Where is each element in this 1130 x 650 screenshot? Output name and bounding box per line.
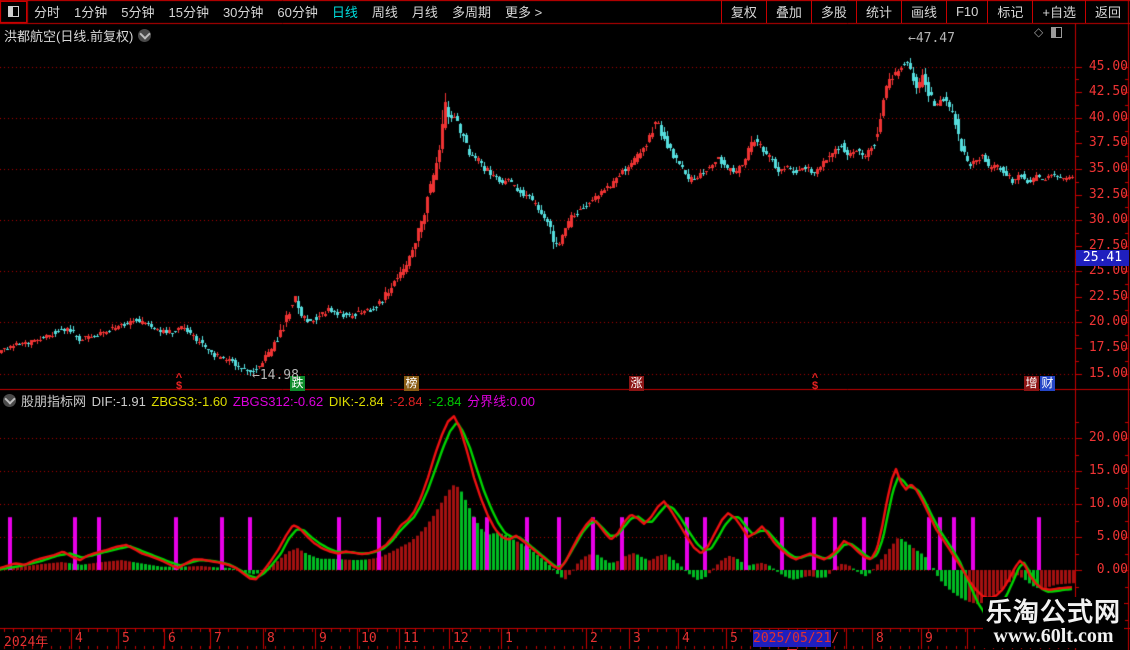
menu-画线[interactable]: 画线 — [900, 0, 946, 23]
indicator-header: 股朋指标网 DIF:-1.91 ZBGS3:-1.60 ZBGS312:-0.6… — [3, 391, 537, 410]
tab-多周期[interactable]: 多周期 — [445, 2, 498, 21]
title-row: 洪都航空(日线.前复权) — [4, 26, 152, 45]
watermark: 乐淘公式网 www.60lt.com — [983, 597, 1125, 648]
tab-30分钟[interactable]: 30分钟 — [216, 2, 270, 21]
price-label: 17.50 — [1088, 340, 1128, 356]
indicator-value: DIF:-1.91 — [91, 393, 150, 409]
price-label: 20.00 — [1088, 314, 1128, 330]
date-axis: 2024年 2025/05/21/三 4567891011121234589 — [0, 630, 1130, 650]
indicator-value: :-2.84 — [428, 393, 466, 409]
price-label: 45.00 — [1088, 58, 1128, 74]
tab-15分钟[interactable]: 15分钟 — [161, 2, 215, 21]
chart-title: 洪都航空(日线.前复权) — [4, 29, 134, 44]
diamond-icon[interactable]: ◇ — [1034, 25, 1043, 39]
month-label: 7 — [214, 631, 222, 646]
month-label: 3 — [633, 631, 641, 646]
price-label: 15.00 — [1088, 365, 1128, 381]
price-label: 30.00 — [1088, 212, 1128, 228]
indicator-value: 分界线:0.00 — [467, 393, 536, 409]
tab-月线[interactable]: 月线 — [405, 2, 445, 21]
tab-周线[interactable]: 周线 — [365, 2, 405, 21]
month-label: 10 — [361, 631, 377, 646]
menu-复权[interactable]: 复权 — [720, 0, 766, 23]
corner-icons: ◇ — [1034, 25, 1063, 39]
price-label: 35.00 — [1088, 160, 1128, 176]
last-price-box: 25.41 — [1076, 250, 1129, 266]
month-label: 8 — [267, 631, 275, 646]
stock-app-window: 分时 1分钟 5分钟 15分钟 30分钟 60分钟 日线 周线 月线 多周期 更多 > 复权 叠加 多股… — [0, 0, 1130, 650]
menu-+自选[interactable]: +自选 — [1032, 0, 1085, 23]
menu-返回[interactable]: 返回 — [1084, 0, 1130, 23]
dollar-signal-icon: ^ $ — [175, 372, 183, 392]
price-label: 37.50 — [1088, 135, 1128, 151]
price-annotation: ←14.98 — [252, 368, 299, 383]
indicator-label: 15.00 — [1088, 463, 1128, 478]
layout-split-icon[interactable] — [0, 0, 27, 23]
year-label: 2024年 — [4, 635, 49, 650]
chart-canvas[interactable] — [0, 0, 1130, 650]
month-label: 12 — [453, 631, 469, 646]
event-badge: 涨 — [629, 376, 644, 391]
event-badge: 增 — [1024, 376, 1039, 391]
half-square-glyph — [8, 6, 19, 17]
menu-F10[interactable]: F10 — [945, 0, 987, 23]
period-tabs: 分时 1分钟 5分钟 15分钟 30分钟 60分钟 日线 周线 月线 多周期 更多 > — [27, 2, 549, 21]
month-label: 4 — [75, 631, 83, 646]
indicator-label: 5.00 — [1096, 529, 1128, 544]
tab-1分钟[interactable]: 1分钟 — [67, 2, 114, 21]
price-label: 22.50 — [1088, 288, 1128, 304]
indicator-value: ZBGS312:-0.62 — [232, 393, 327, 409]
tab-更多 >[interactable]: 更多 > — [498, 2, 549, 21]
right-menu: 复权 叠加 多股 统计 画线 F10 标记 +自选 返回 — [720, 0, 1130, 23]
panel-icon[interactable] — [1051, 26, 1063, 38]
chevron-down-icon[interactable] — [138, 28, 152, 42]
event-badge: 财 — [1040, 376, 1055, 391]
indicator-value: DIK:-2.84 — [328, 393, 388, 409]
indicator-value: ZBGS3:-1.60 — [151, 393, 231, 409]
indicator-label: 20.00 — [1088, 430, 1128, 445]
month-label: 6 — [168, 631, 176, 646]
month-label: 5 — [730, 631, 738, 646]
toolbar: 分时 1分钟 5分钟 15分钟 30分钟 60分钟 日线 周线 月线 多周期 更多 > 复权 叠加 多股… — [0, 0, 1130, 23]
menu-叠加[interactable]: 叠加 — [765, 0, 811, 23]
price-label: 42.50 — [1088, 84, 1128, 100]
event-badge: 榜 — [404, 376, 419, 391]
watermark-url: www.60lt.com — [993, 625, 1114, 647]
selected-date-box[interactable]: 2025/05/21/三 — [753, 630, 839, 650]
indicator-value: 股朋指标网 — [21, 393, 90, 409]
price-annotation: ←47.47 — [908, 31, 955, 46]
menu-统计[interactable]: 统计 — [855, 0, 901, 23]
month-label: 9 — [319, 631, 327, 646]
watermark-site-name: 乐淘公式网 — [986, 597, 1122, 627]
indicator-label: 0.00 — [1096, 562, 1128, 577]
indicator-value: :-2.84 — [389, 393, 427, 409]
month-label: 1 — [505, 631, 513, 646]
menu-多股[interactable]: 多股 — [810, 0, 856, 23]
tab-分时[interactable]: 分时 — [27, 2, 67, 21]
tab-日线[interactable]: 日线 — [325, 2, 365, 21]
indicator-values: 股朋指标网 DIF:-1.91 ZBGS3:-1.60 ZBGS312:-0.6… — [21, 391, 537, 410]
month-label: 8 — [876, 631, 884, 646]
dollar-signal-icon: ^ $ — [811, 372, 819, 392]
tab-5分钟[interactable]: 5分钟 — [114, 2, 161, 21]
menu-标记[interactable]: 标记 — [987, 0, 1032, 23]
month-label: 4 — [682, 631, 690, 646]
month-label: 5 — [122, 631, 130, 646]
price-label: 40.00 — [1088, 109, 1128, 125]
month-label: 11 — [403, 631, 419, 646]
month-label: 2 — [590, 631, 598, 646]
indicator-label: 10.00 — [1088, 496, 1128, 511]
price-label: 32.50 — [1088, 186, 1128, 202]
chevron-down-icon[interactable] — [3, 392, 16, 407]
tab-60分钟[interactable]: 60分钟 — [270, 2, 324, 21]
month-label: 9 — [925, 631, 933, 646]
